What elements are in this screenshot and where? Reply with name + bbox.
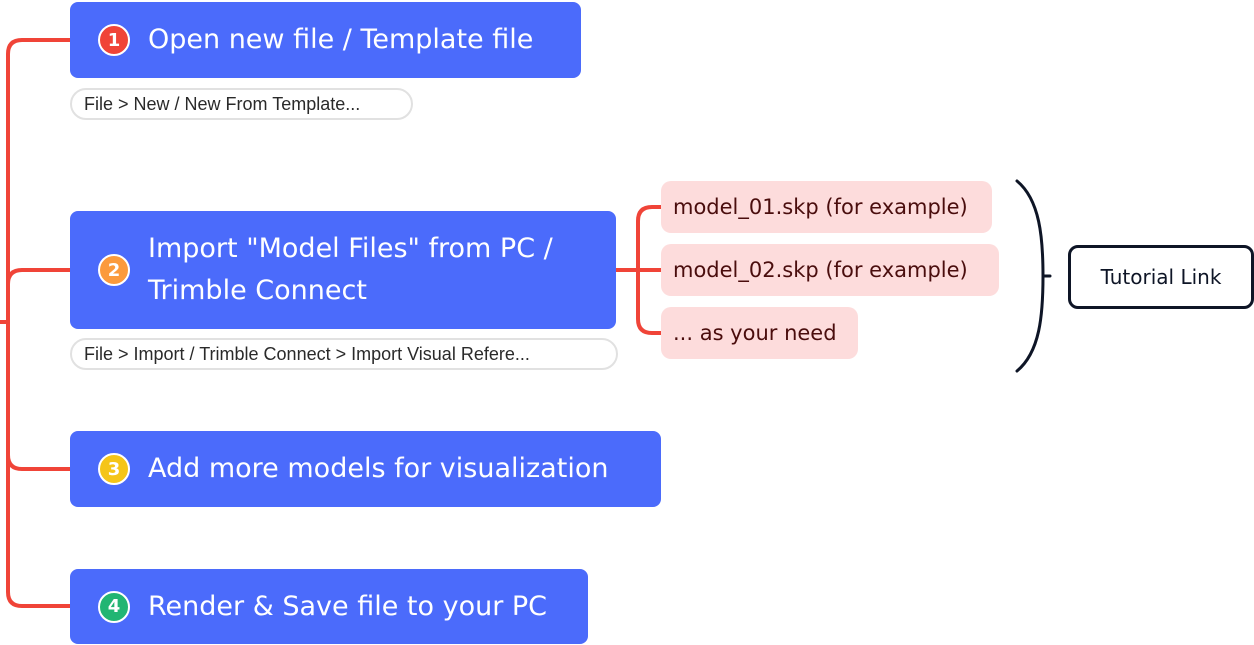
step-2-node[interactable]: 2 Import "Model Files" from PC / Trimble… xyxy=(70,211,616,329)
step-2-note: File > Import / Trimble Connect > Import… xyxy=(70,338,618,370)
step-4-label: Render & Save file to your PC xyxy=(148,590,548,622)
model-file-item[interactable]: ... as your need xyxy=(661,307,858,359)
step-1-note: File > New / New From Template... xyxy=(70,88,413,120)
step-2-label-line-2: Trimble Connect xyxy=(148,275,367,306)
step-3-label: Add more models for visualization xyxy=(148,453,609,484)
step-2-number-badge: 2 xyxy=(98,254,130,286)
step-2-label: Import "Model Files" from PC / Trimble C… xyxy=(148,228,553,312)
step-4-node[interactable]: 4 Render & Save file to your PC xyxy=(70,569,588,644)
step-3-number-badge: 3 xyxy=(98,453,130,485)
step-3-node[interactable]: 3 Add more models for visualization xyxy=(70,431,661,507)
tutorial-link[interactable]: Tutorial Link xyxy=(1068,245,1254,309)
model-file-item[interactable]: model_01.skp (for example) xyxy=(661,181,992,233)
trunk-to-step-1 xyxy=(6,38,72,608)
model-file-item[interactable]: model_02.skp (for example) xyxy=(661,244,999,296)
step-1-number-badge: 1 xyxy=(98,24,130,56)
trunk-to-step-2 xyxy=(6,268,72,286)
step-4-number-badge: 4 xyxy=(98,590,130,623)
step-1-label: Open new file / Template file xyxy=(148,24,534,55)
step-1-node[interactable]: 1 Open new file / Template file xyxy=(70,2,581,78)
brace-icon xyxy=(1015,179,1045,373)
step-2-label-line-1: Import "Model Files" from PC / xyxy=(148,233,553,264)
trunk-to-step-3 xyxy=(6,453,72,471)
